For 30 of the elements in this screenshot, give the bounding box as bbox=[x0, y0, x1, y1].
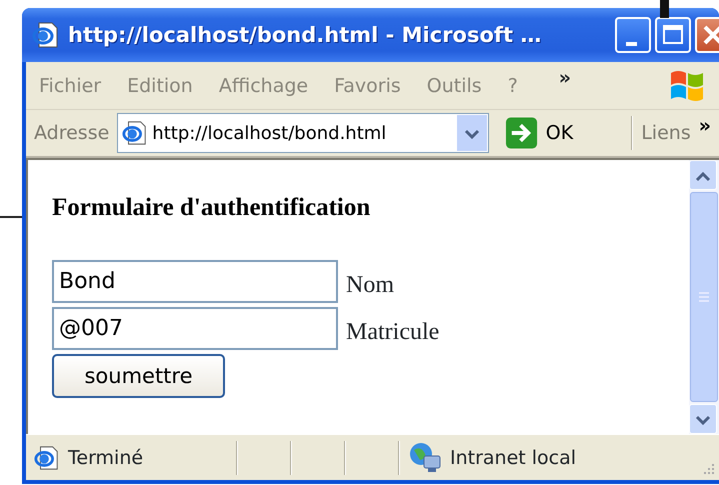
scrollbar-thumb[interactable] bbox=[690, 192, 718, 402]
scroll-up-button[interactable] bbox=[689, 160, 717, 190]
minimize-icon bbox=[626, 42, 636, 46]
form-heading: Formulaire d'authentification bbox=[52, 194, 372, 222]
browser-page-icon bbox=[32, 21, 60, 49]
toolbar-chevron[interactable]: » bbox=[698, 115, 711, 137]
address-field[interactable]: http://localhost/bond.html bbox=[117, 113, 489, 153]
field-label: Matricule bbox=[346, 319, 440, 346]
chevron-down-icon bbox=[464, 128, 480, 140]
edge-marker bbox=[660, 0, 669, 18]
maximize-button[interactable] bbox=[655, 17, 691, 53]
zone-text: Intranet local bbox=[450, 446, 576, 468]
text-field[interactable]: Bond bbox=[52, 260, 338, 303]
globe-computer-icon bbox=[408, 442, 442, 474]
dropdown-button[interactable] bbox=[456, 115, 487, 151]
browser-page-icon bbox=[122, 120, 148, 146]
address-label: Adresse bbox=[34, 122, 110, 144]
minimize-button[interactable] bbox=[615, 17, 651, 53]
chevron-down-icon bbox=[694, 414, 712, 426]
go-button[interactable]: OK bbox=[546, 122, 574, 144]
window-title: http://localhost/bond.html - Microsoft … bbox=[68, 23, 542, 47]
field-label: Nom bbox=[346, 272, 394, 299]
submit-button[interactable]: soumettre bbox=[52, 354, 225, 398]
page-icon bbox=[34, 444, 60, 470]
resize-grip-icon[interactable] bbox=[701, 462, 715, 476]
chevron-up-icon bbox=[694, 170, 712, 182]
status-text: Terminé bbox=[68, 446, 144, 468]
scroll-down-button[interactable] bbox=[689, 404, 717, 434]
menu-chevron[interactable]: » bbox=[558, 64, 572, 93]
text-field[interactable]: @007 bbox=[52, 307, 338, 350]
